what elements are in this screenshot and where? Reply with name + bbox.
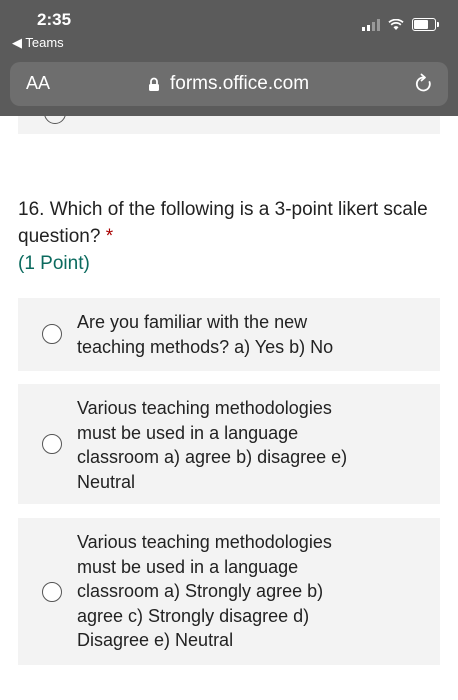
radio-icon <box>44 116 66 124</box>
wifi-icon <box>388 18 404 30</box>
option-label: Various teaching methodologies must be u… <box>77 532 332 650</box>
signal-icon <box>362 18 380 31</box>
option-label: Various teaching methodologies must be u… <box>77 398 348 492</box>
url-text[interactable]: forms.office.com <box>170 73 309 95</box>
answer-option-3[interactable]: Various teaching methodologies must be u… <box>18 518 440 665</box>
question-points: (1 Point) <box>18 253 90 274</box>
question-16: 16. Which of the following is a 3-point … <box>18 196 438 277</box>
lock-icon <box>149 77 159 91</box>
radio-button[interactable] <box>42 434 62 454</box>
reload-icon[interactable] <box>414 73 434 95</box>
answer-option-2[interactable]: Various teaching methodologies must be u… <box>18 384 440 504</box>
option-label: Are you familiar with the new teaching m… <box>77 312 334 357</box>
status-time: 2:35 <box>37 10 72 29</box>
radio-button[interactable] <box>42 582 62 602</box>
required-marker: * <box>105 226 114 247</box>
text-size-button[interactable]: AA <box>26 73 50 94</box>
question-text: 16. Which of the following is a 3-point … <box>18 199 428 247</box>
address-bar[interactable]: AA forms.office.com <box>10 62 448 106</box>
previous-question-option <box>18 116 440 134</box>
status-icons <box>362 18 439 31</box>
battery-icon <box>412 18 439 31</box>
answer-option-1[interactable]: Are you familiar with the new teaching m… <box>18 298 440 371</box>
status-bar: 2:35 ◀ Teams <box>0 0 458 58</box>
radio-button[interactable] <box>42 324 62 344</box>
back-to-app-link[interactable]: ◀ Teams <box>12 35 64 51</box>
browser-toolbar: AA forms.office.com <box>0 58 458 116</box>
